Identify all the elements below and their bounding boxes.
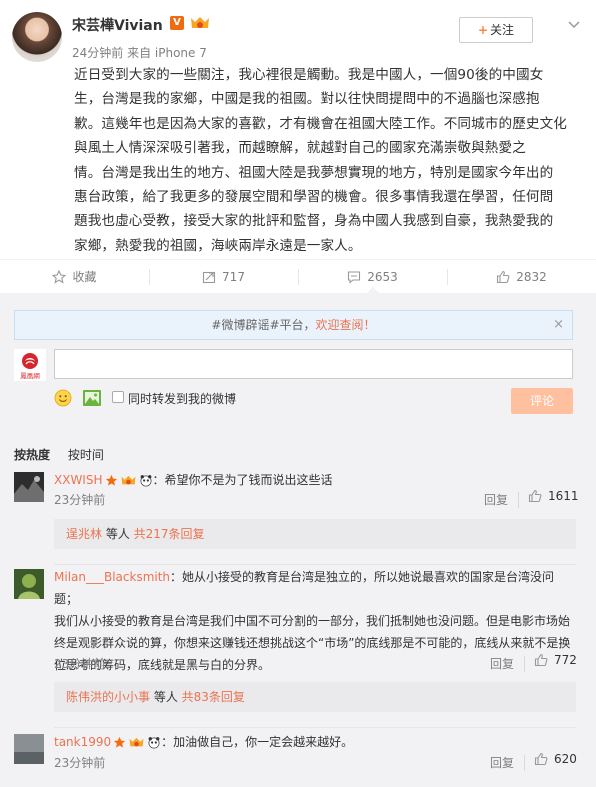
comment-body: tank1990 ：加油做自己，你一定会越来越好。: [54, 731, 572, 753]
tab-sort-hot[interactable]: 按热度: [14, 448, 50, 462]
chevron-down-icon[interactable]: [567, 20, 581, 30]
thumbs-up-icon: [534, 752, 548, 766]
panda-badge-icon: [140, 475, 151, 487]
thumbs-up-icon: [528, 489, 542, 503]
favorite-button[interactable]: 收藏: [0, 260, 149, 293]
comment-like-button[interactable]: 620: [534, 752, 577, 766]
comment-text: ：希望你不是为了钱而说出这些话: [152, 473, 333, 487]
member-level-icon: [129, 737, 144, 747]
comment-count: 2653: [367, 269, 398, 284]
member-level-icon: [191, 17, 209, 28]
comment-username[interactable]: Milan___Blacksmith: [54, 570, 170, 584]
comment-like-count: 1611: [548, 489, 579, 503]
ifeng-logo: 鳳凰網: [14, 349, 46, 381]
reply-button[interactable]: 回复: [484, 491, 508, 508]
divider: [524, 755, 525, 771]
comment-icon: [348, 270, 361, 284]
post-meta: 24分钟前 来自 iPhone 7: [72, 46, 207, 60]
follow-button[interactable]: + 关注: [459, 17, 533, 43]
comment-avatar[interactable]: [14, 569, 44, 599]
tab-sort-time[interactable]: 按时间: [68, 448, 104, 462]
star-badge-icon: [114, 736, 126, 748]
notice-link[interactable]: 欢迎查阅！: [316, 318, 376, 332]
sub-reply-count[interactable]: 共83条回复: [182, 690, 245, 704]
repost-button[interactable]: 717: [149, 260, 298, 293]
close-icon[interactable]: ×: [553, 311, 564, 339]
reply-button[interactable]: 回复: [490, 754, 514, 771]
sub-reply-summary[interactable]: 逞兆林 等人 共217条回复: [54, 519, 576, 549]
notice-text: #微博辟谣#平台，: [211, 318, 316, 332]
sort-tabs: 按热度 按时间: [14, 446, 118, 463]
star-badge-icon: [105, 474, 117, 486]
like-button[interactable]: 2832: [447, 260, 596, 293]
reply-button[interactable]: 回复: [490, 655, 514, 672]
comment-avatar[interactable]: [14, 472, 44, 502]
repost-checkbox[interactable]: [112, 391, 124, 403]
sub-reply-count[interactable]: 共217条回复: [134, 527, 205, 541]
comment-separator: [54, 727, 576, 728]
favorite-label: 收藏: [72, 270, 97, 284]
emoji-icon[interactable]: [54, 389, 72, 407]
repost-count: 717: [222, 269, 245, 284]
sub-reply-user[interactable]: 逞兆林: [66, 527, 102, 541]
comment-username[interactable]: XXWISH: [54, 473, 103, 487]
post-username[interactable]: 宋芸樺Vivian: [72, 15, 163, 35]
sub-reply-summary[interactable]: 陈伟洪的小小事 等人 共83条回复: [54, 682, 576, 712]
avatar[interactable]: [12, 12, 62, 62]
star-icon: [52, 269, 67, 284]
like-count: 2832: [516, 269, 547, 284]
logo-text: 鳳凰網: [20, 371, 40, 380]
thumbs-up-icon: [534, 653, 548, 667]
image-icon[interactable]: [82, 389, 102, 407]
thumbs-up-icon: [497, 270, 510, 283]
comment-time: 23分钟前: [54, 756, 106, 770]
verified-badge-icon: V: [170, 16, 184, 30]
panda-badge-icon: [148, 737, 160, 749]
comment-text: ：加油做自己，你一定会越来越好。: [161, 735, 354, 749]
comment-like-button[interactable]: 1611: [528, 489, 579, 503]
post-header: 宋芸樺Vivian V 24分钟前 来自 iPhone 7 + 关注: [12, 12, 584, 62]
comment-body: XXWISH ：希望你不是为了钱而说出这些话: [54, 469, 572, 491]
repost-icon: [202, 271, 216, 283]
comment-avatar[interactable]: [14, 734, 44, 764]
sub-reply-user[interactable]: 陈伟洪的小小事: [66, 690, 150, 704]
repost-label: 同时转发到我的微博: [128, 392, 237, 406]
plus-icon: +: [477, 23, 489, 37]
comment-area: #微博辟谣#平台，欢迎查阅！ × 鳳凰網 同时转发到我的微博 评论 按热度 按时…: [0, 293, 596, 787]
comment-like-count: 620: [554, 752, 577, 766]
comment-like-count: 772: [554, 653, 577, 667]
post-text: 近日受到大家的一些關注，我心裡很是觸動。我是中國人，一個90後的中國女 生，台灣…: [74, 67, 567, 254]
rumor-notice-bar: #微博辟谣#平台，欢迎查阅！ ×: [14, 310, 573, 340]
submit-comment-button[interactable]: 评论: [511, 388, 573, 414]
comment-like-button[interactable]: 772: [534, 653, 577, 667]
follow-label: 关注: [490, 23, 515, 37]
comment-button[interactable]: 2653: [298, 260, 447, 293]
member-level-icon: [121, 475, 135, 485]
action-bar: 收藏 717 2653 2832: [0, 259, 596, 293]
comment-input[interactable]: [54, 349, 573, 379]
comment-username[interactable]: tank1990: [54, 735, 111, 749]
sub-reply-mid: 等人: [102, 527, 134, 541]
divider: [518, 492, 519, 508]
comment-separator: [54, 564, 576, 565]
divider: [524, 656, 525, 672]
sub-reply-mid: 等人: [150, 690, 182, 704]
comment-time: 23分钟前: [54, 657, 106, 671]
comment-time: 23分钟前: [54, 493, 106, 507]
